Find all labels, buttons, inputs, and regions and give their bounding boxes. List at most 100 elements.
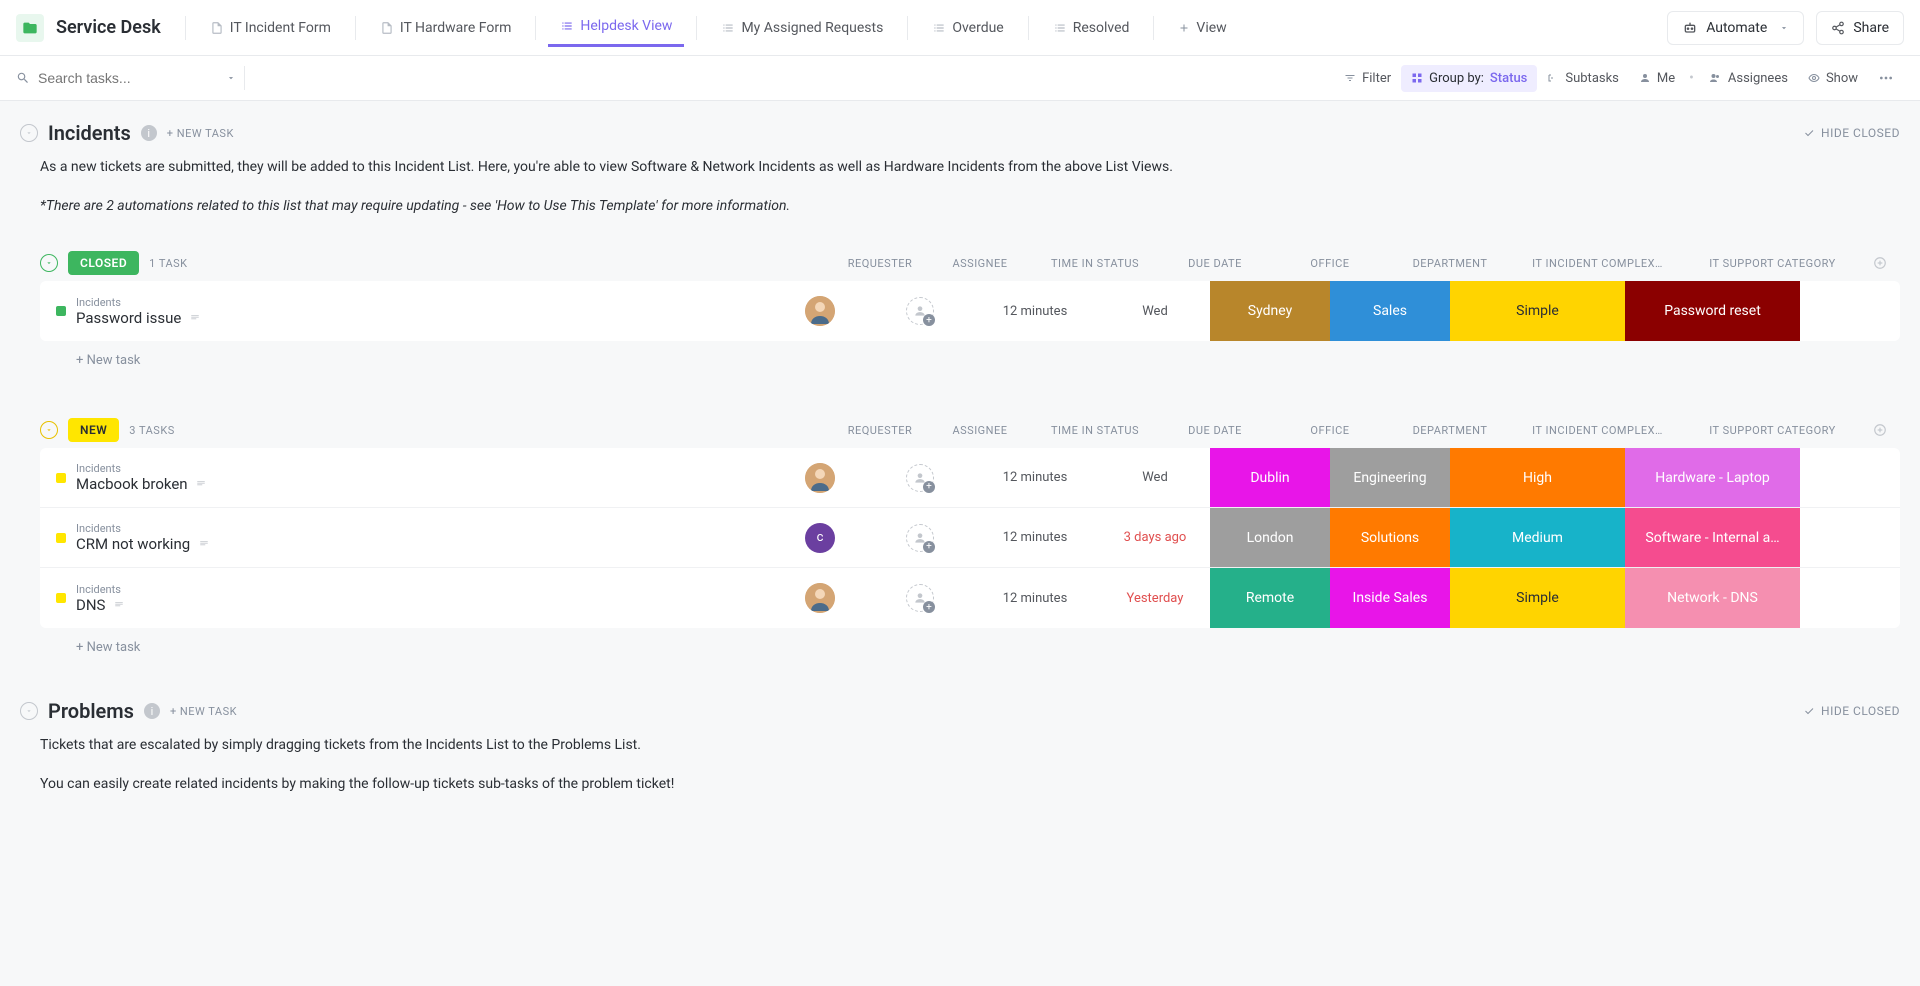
section-title[interactable]: Incidents: [48, 121, 131, 145]
group-by-button[interactable]: Group by: Status: [1401, 65, 1537, 92]
cell-department[interactable]: Inside Sales: [1330, 568, 1450, 628]
section-title[interactable]: Problems: [48, 699, 134, 723]
group-collapse-toggle[interactable]: [40, 254, 58, 272]
status-pill[interactable]: NEW: [68, 418, 119, 442]
cell-office[interactable]: Remote: [1210, 568, 1330, 628]
cell-support-category[interactable]: Software - Internal a…: [1625, 508, 1800, 567]
add-column-button[interactable]: [1860, 256, 1900, 270]
cell-due-date[interactable]: Wed: [1100, 448, 1210, 507]
cell-support-category[interactable]: Hardware - Laptop: [1625, 448, 1800, 507]
automate-button[interactable]: Automate: [1667, 11, 1804, 45]
chevron-down-icon[interactable]: [226, 73, 236, 83]
cell-office[interactable]: Dublin: [1210, 448, 1330, 507]
cell-complexity[interactable]: High: [1450, 448, 1625, 507]
description-icon[interactable]: [189, 309, 201, 327]
cell-support-category[interactable]: Network - DNS: [1625, 568, 1800, 628]
cell-assignee[interactable]: [870, 508, 970, 567]
col-support-category[interactable]: IT SUPPORT CATEGORY: [1685, 424, 1860, 437]
col-requester[interactable]: REQUESTER: [830, 424, 930, 437]
col-due-date[interactable]: DUE DATE: [1160, 257, 1270, 270]
cell-assignee[interactable]: [870, 448, 970, 507]
col-complexity[interactable]: IT INCIDENT COMPLEX…: [1510, 257, 1685, 270]
assign-empty-icon[interactable]: [906, 297, 934, 325]
col-requester[interactable]: REQUESTER: [830, 257, 930, 270]
task-row[interactable]: Incidents Password issue 12 minutes Wed …: [40, 281, 1900, 341]
tab-overdue[interactable]: Overdue: [920, 10, 1015, 46]
assign-empty-icon[interactable]: [906, 584, 934, 612]
cell-complexity[interactable]: Simple: [1450, 281, 1625, 341]
new-task-row[interactable]: + New task: [40, 341, 1900, 380]
share-button[interactable]: Share: [1816, 11, 1904, 45]
col-office[interactable]: OFFICE: [1270, 424, 1390, 437]
cell-due-date[interactable]: 3 days ago: [1100, 508, 1210, 567]
col-support-category[interactable]: IT SUPPORT CATEGORY: [1685, 257, 1860, 270]
cell-department[interactable]: Engineering: [1330, 448, 1450, 507]
tab-my-assigned-requests[interactable]: My Assigned Requests: [709, 10, 895, 46]
tab-helpdesk-view[interactable]: Helpdesk View: [548, 8, 684, 47]
filter-button[interactable]: Filter: [1334, 65, 1401, 92]
status-pill[interactable]: CLOSED: [68, 251, 139, 275]
search-wrap[interactable]: [16, 70, 236, 86]
requester-avatar[interactable]: [805, 463, 835, 493]
info-icon[interactable]: i: [144, 703, 160, 719]
status-square[interactable]: [56, 306, 66, 316]
cell-complexity[interactable]: Simple: [1450, 568, 1625, 628]
col-time-in-status[interactable]: TIME IN STATUS: [1030, 424, 1160, 437]
hide-closed-button[interactable]: HIDE CLOSED: [1803, 126, 1900, 140]
assign-empty-icon[interactable]: [906, 464, 934, 492]
col-department[interactable]: DEPARTMENT: [1390, 257, 1510, 270]
group-collapse-toggle[interactable]: [40, 421, 58, 439]
description-icon[interactable]: [195, 475, 207, 493]
new-task-link[interactable]: + NEW TASK: [170, 705, 237, 718]
task-name[interactable]: Macbook broken: [76, 475, 207, 493]
info-icon[interactable]: i: [141, 125, 157, 141]
more-button[interactable]: [1868, 64, 1904, 92]
assignees-button[interactable]: Assignees: [1698, 65, 1798, 92]
description-icon[interactable]: [198, 535, 210, 553]
col-department[interactable]: DEPARTMENT: [1390, 424, 1510, 437]
task-name[interactable]: DNS: [76, 596, 125, 614]
col-assignee[interactable]: ASSIGNEE: [930, 424, 1030, 437]
status-square[interactable]: [56, 533, 66, 543]
cell-department[interactable]: Sales: [1330, 281, 1450, 341]
cell-complexity[interactable]: Medium: [1450, 508, 1625, 567]
col-time-in-status[interactable]: TIME IN STATUS: [1030, 257, 1160, 270]
requester-avatar[interactable]: [805, 296, 835, 326]
cell-office[interactable]: Sydney: [1210, 281, 1330, 341]
new-task-row[interactable]: + New task: [40, 628, 1900, 667]
cell-assignee[interactable]: [870, 281, 970, 341]
col-office[interactable]: OFFICE: [1270, 257, 1390, 270]
me-button[interactable]: Me: [1629, 65, 1685, 92]
task-row[interactable]: Incidents CRM not working c 12 minutes 3…: [40, 508, 1900, 568]
task-row[interactable]: Incidents DNS 12 minutes Yesterday Remot…: [40, 568, 1900, 628]
add-column-button[interactable]: [1860, 423, 1900, 437]
cell-due-date[interactable]: Wed: [1100, 281, 1210, 341]
col-due-date[interactable]: DUE DATE: [1160, 424, 1270, 437]
section-collapse-toggle[interactable]: [20, 124, 38, 142]
cell-department[interactable]: Solutions: [1330, 508, 1450, 567]
section-collapse-toggle[interactable]: [20, 702, 38, 720]
project-title[interactable]: Service Desk: [56, 17, 161, 38]
show-button[interactable]: Show: [1798, 65, 1868, 92]
requester-avatar[interactable]: [805, 583, 835, 613]
cell-office[interactable]: London: [1210, 508, 1330, 567]
cell-support-category[interactable]: Password reset: [1625, 281, 1800, 341]
cell-due-date[interactable]: Yesterday: [1100, 568, 1210, 628]
task-name[interactable]: Password issue: [76, 309, 201, 327]
task-row[interactable]: Incidents Macbook broken 12 minutes Wed …: [40, 448, 1900, 508]
task-name[interactable]: CRM not working: [76, 535, 210, 553]
hide-closed-button[interactable]: HIDE CLOSED: [1803, 704, 1900, 718]
tab-resolved[interactable]: Resolved: [1041, 10, 1142, 46]
status-square[interactable]: [56, 473, 66, 483]
cell-assignee[interactable]: [870, 568, 970, 628]
subtasks-button[interactable]: Subtasks: [1537, 65, 1629, 92]
tab-it-incident-form[interactable]: IT Incident Form: [198, 10, 343, 46]
search-input[interactable]: [38, 70, 218, 86]
col-complexity[interactable]: IT INCIDENT COMPLEX…: [1510, 424, 1685, 437]
add-view-button[interactable]: View: [1166, 12, 1238, 44]
col-assignee[interactable]: ASSIGNEE: [930, 257, 1030, 270]
requester-avatar[interactable]: c: [805, 523, 835, 553]
tab-it-hardware-form[interactable]: IT Hardware Form: [368, 10, 524, 46]
description-icon[interactable]: [113, 596, 125, 614]
assign-empty-icon[interactable]: [906, 524, 934, 552]
